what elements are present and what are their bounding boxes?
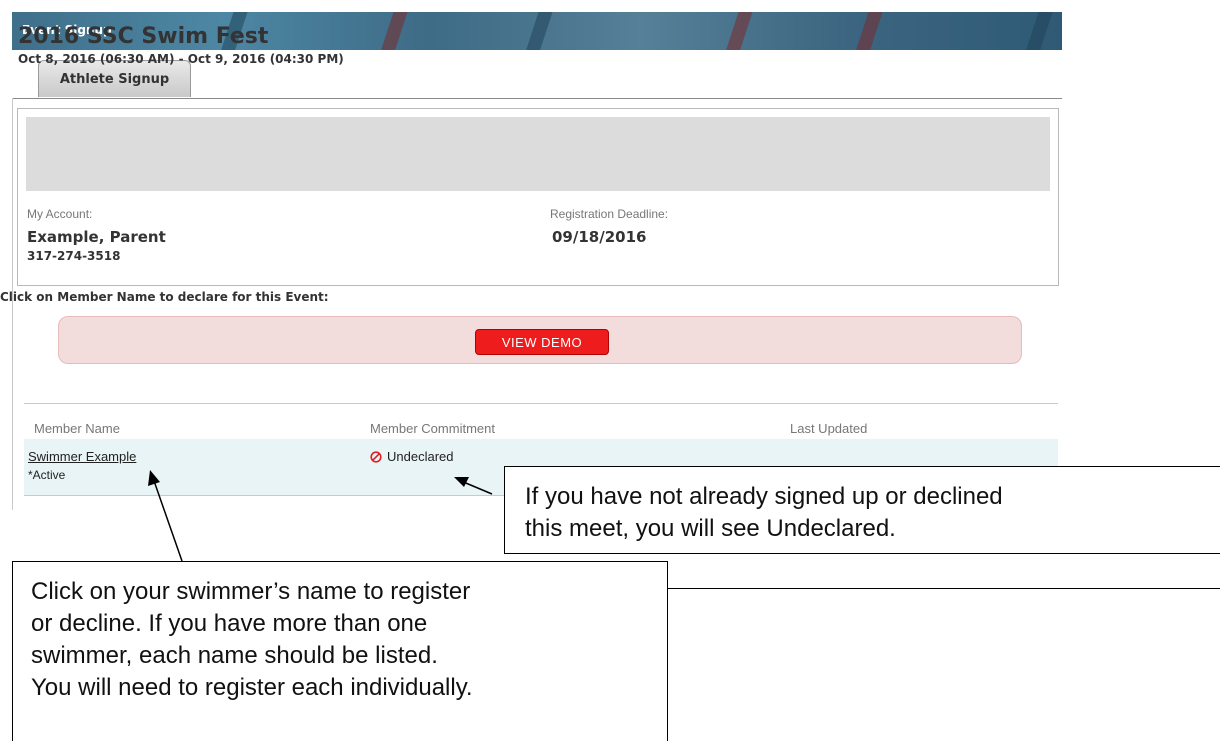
table-top-rule <box>24 403 1058 404</box>
callout-register-text: Click on your swimmer’s name to register… <box>31 576 473 704</box>
banner-lane <box>1022 12 1056 50</box>
banner-lane <box>377 12 411 50</box>
callout-connector-line <box>666 588 1220 589</box>
deadline-label: Registration Deadline: <box>550 207 669 221</box>
column-header-member-name: Member Name <box>34 421 120 436</box>
callout-line: If you have not already signed up or dec… <box>525 483 1003 510</box>
callout-line: or decline. If you have more than one <box>31 610 428 637</box>
member-commitment: Undeclared <box>370 449 454 464</box>
event-dates: Oct 8, 2016 (06:30 AM) - Oct 9, 2016 (04… <box>18 52 344 66</box>
ban-icon <box>370 450 382 463</box>
member-status: *Active <box>28 468 66 482</box>
callout-line: Click on your swimmer’s name to register <box>31 578 471 605</box>
deadline-value: 09/18/2016 <box>552 228 647 246</box>
column-header-member-commitment: Member Commitment <box>370 421 495 436</box>
event-card <box>17 108 1059 286</box>
banner-lane <box>852 12 886 50</box>
account-phone: 317-274-3518 <box>27 249 121 263</box>
banner-lane <box>522 12 556 50</box>
member-name-link[interactable]: Swimmer Example <box>28 449 136 464</box>
banner-lane <box>722 12 756 50</box>
column-header-last-updated: Last Updated <box>790 421 868 436</box>
demo-panel: VIEW DEMO <box>58 316 1022 364</box>
event-header <box>26 117 1050 191</box>
callout-undeclared: If you have not already signed up or dec… <box>504 466 1220 554</box>
callout-line: this meet, you will see Undeclared. <box>525 515 896 542</box>
callout-register: Click on your swimmer’s name to register… <box>12 561 668 741</box>
callout-line: swimmer, each name should be listed. <box>31 642 438 669</box>
callout-undeclared-text: If you have not already signed up or dec… <box>525 481 1003 545</box>
commitment-text: Undeclared <box>387 449 454 464</box>
event-name: 2016 SSC Swim Fest <box>18 24 269 49</box>
callout-line: You will need to register each individua… <box>31 674 473 701</box>
account-name: Example, Parent <box>27 228 166 246</box>
view-demo-button[interactable]: VIEW DEMO <box>475 329 609 355</box>
instruction-text: Click on Member Name to declare for this… <box>0 290 329 304</box>
content-left-border <box>12 98 13 510</box>
account-label: My Account: <box>27 207 93 221</box>
